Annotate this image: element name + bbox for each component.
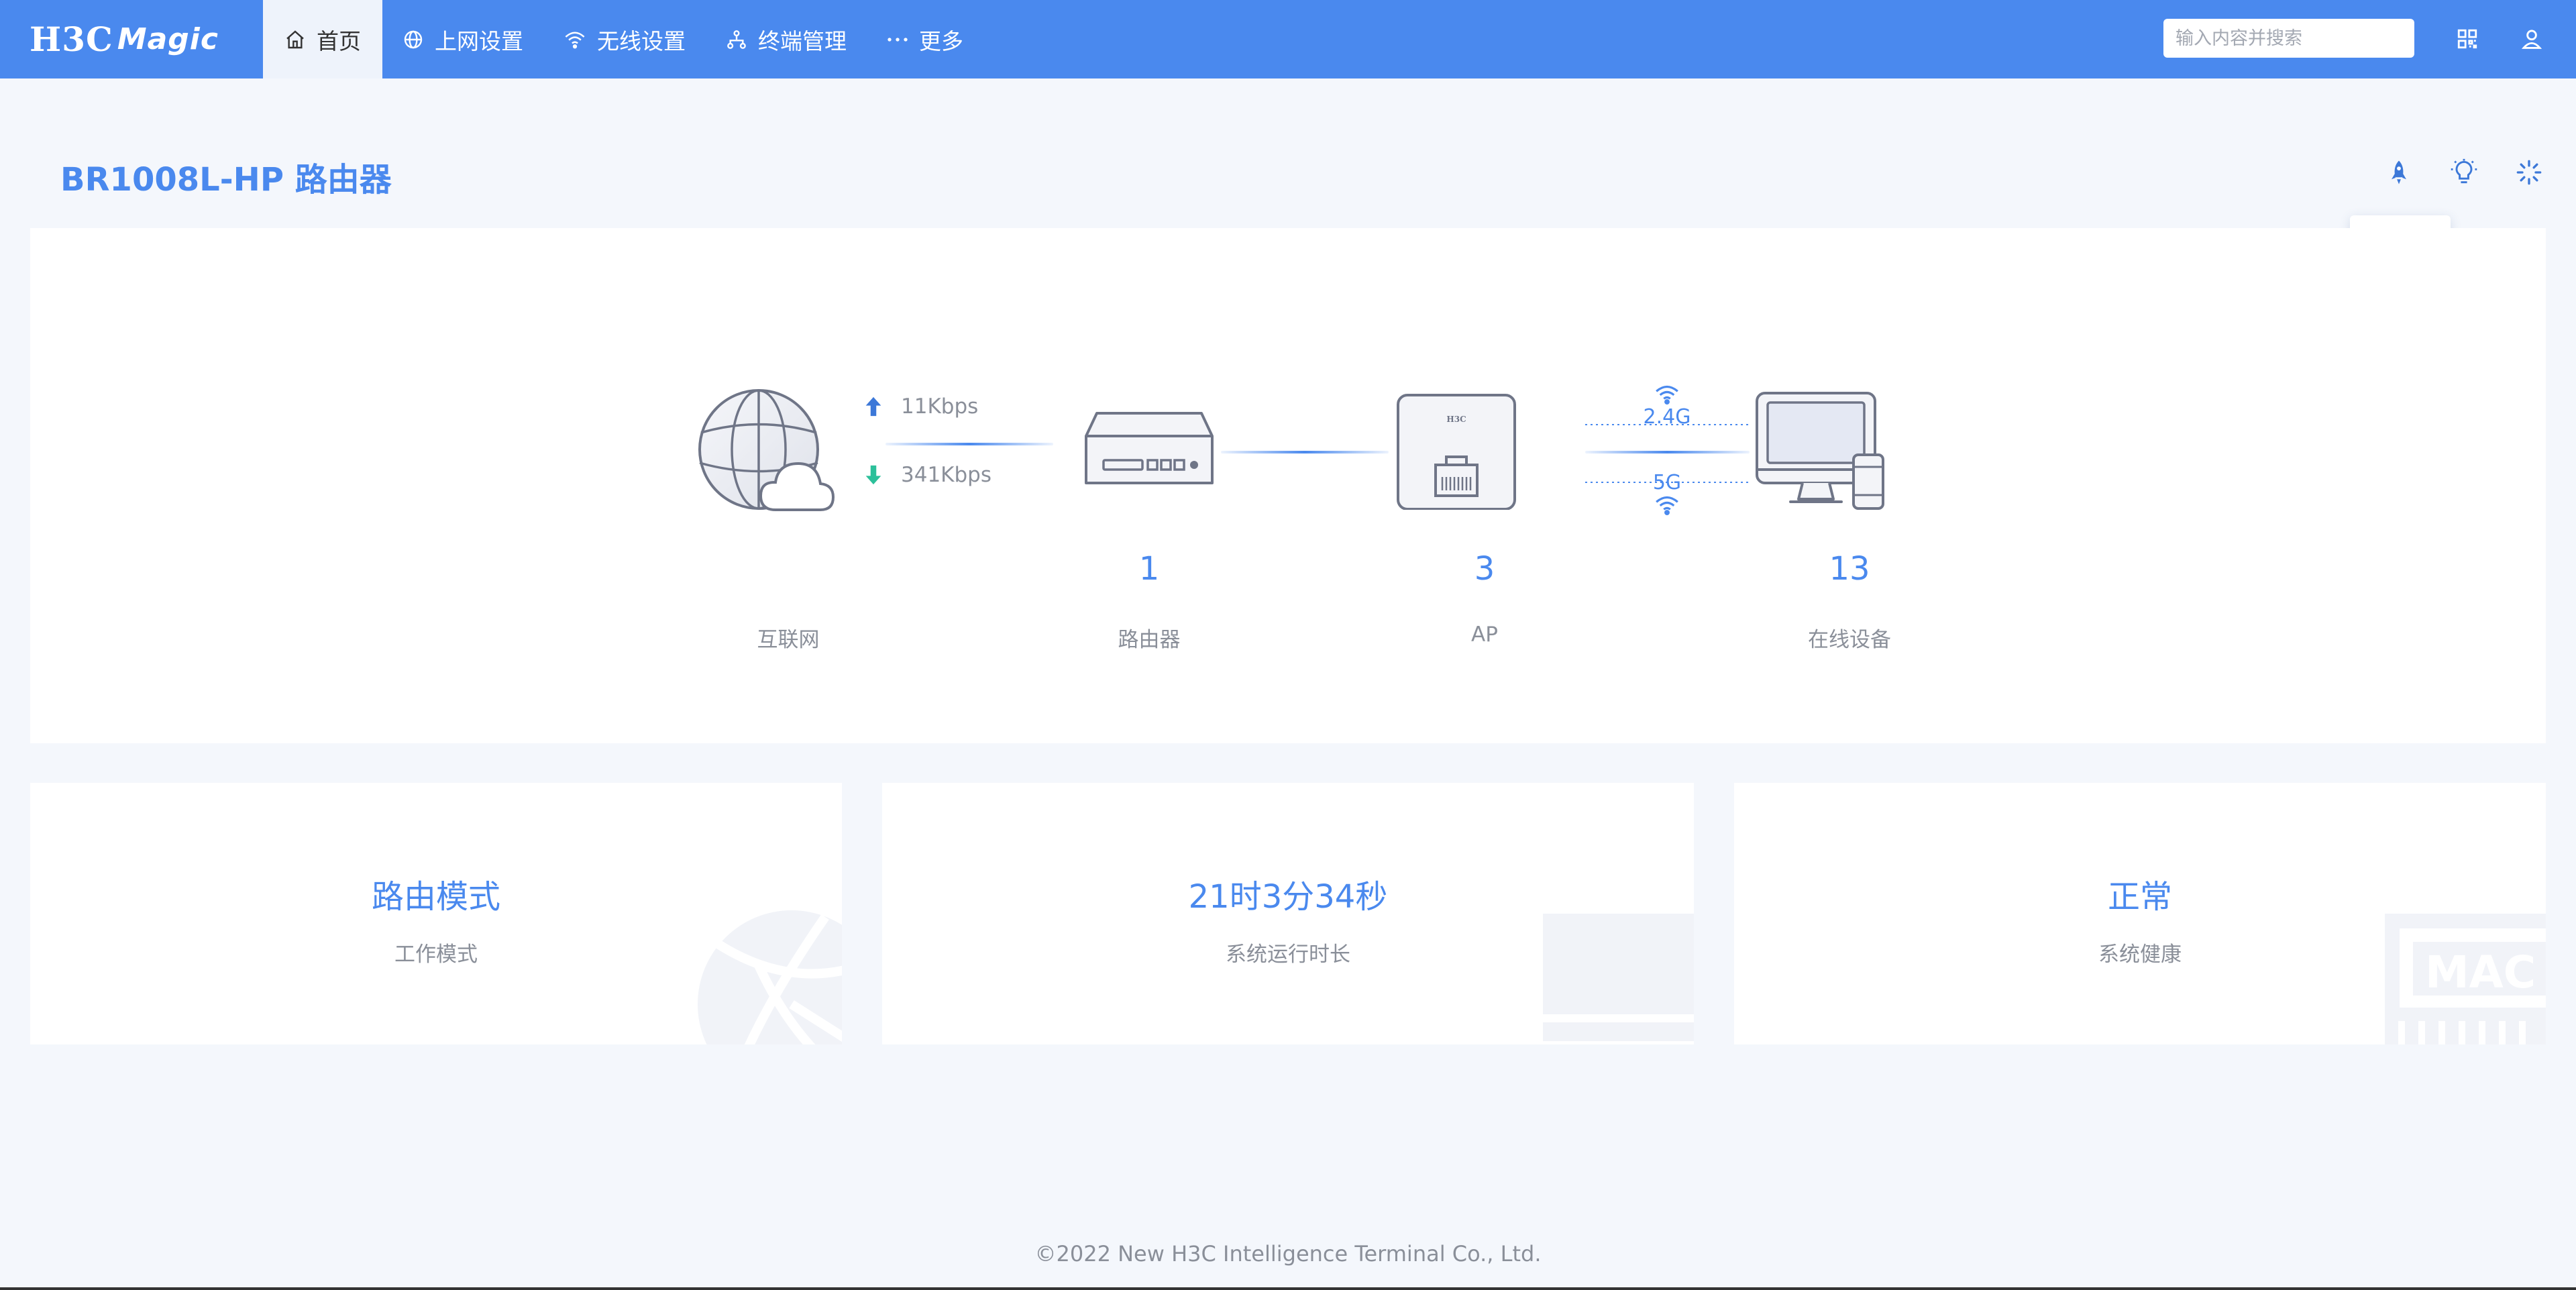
main-nav: 首页 上网设置 无线设置 终端管理 更多 <box>263 0 983 78</box>
connection-line <box>1585 451 1750 453</box>
user-icon[interactable] <box>2517 24 2546 54</box>
copyright-footer: ©2022 New H3C Intelligence Terminal Co.,… <box>1034 1241 1542 1267</box>
upload-speed-value: 11Kbps <box>901 394 979 419</box>
band-5g: 5G <box>1593 471 1741 516</box>
loading-spinner-icon[interactable] <box>2512 156 2546 189</box>
arrow-down-icon <box>865 465 881 485</box>
band-5g-label: 5G <box>1652 471 1682 494</box>
globe-icon <box>404 30 423 48</box>
uptime-card[interactable]: 21时3分34秒 系统运行时长 <box>882 783 1694 1044</box>
download-speed: 341Kbps <box>863 463 991 487</box>
uptime-value: 21时3分34秒 <box>1188 878 1388 916</box>
logo-main-text: H3C <box>30 19 113 59</box>
page-title: BR1008L-HP 路由器 <box>60 161 392 199</box>
top-navigation-bar: H3C Magic 首页 上网设置 无线设置 终端管理 更多 <box>0 0 2576 78</box>
ap-label: AP <box>1471 623 1498 647</box>
system-health-card[interactable]: MAC 正常 系统健康 <box>1734 783 2546 1044</box>
home-icon <box>286 30 304 48</box>
nav-item-internet-settings[interactable]: 上网设置 <box>382 0 543 78</box>
router-device-icon[interactable] <box>1082 408 1216 492</box>
server-watermark-icon <box>1543 914 1694 1041</box>
download-speed-value: 341Kbps <box>901 463 992 487</box>
wifi-icon <box>565 32 585 48</box>
ap-brand-text: H3C <box>1446 415 1466 424</box>
system-health-value: 正常 <box>2107 878 2172 916</box>
nav-item-label: 更多 <box>919 28 963 54</box>
work-mode-label: 工作模式 <box>394 943 478 967</box>
qr-code-icon[interactable] <box>2453 24 2482 54</box>
online-device-label: 在线设备 <box>1808 628 1891 652</box>
more-icon <box>888 37 908 42</box>
uptime-label: 系统运行时长 <box>1226 943 1350 967</box>
bulb-icon[interactable] <box>2447 156 2481 189</box>
nav-item-label: 上网设置 <box>435 28 523 54</box>
window-bottom-border <box>0 1287 2576 1290</box>
connection-line <box>1221 451 1389 453</box>
topology-panel: 11Kbps 341Kbps H3C 2.4G 5G 1 3 13 互联网 路由… <box>30 228 2546 743</box>
mac-chip-watermark-icon: MAC <box>2385 914 2546 1044</box>
router-count: 1 <box>1138 550 1160 588</box>
upload-speed: 11Kbps <box>863 394 978 419</box>
network-icon <box>727 30 746 49</box>
connection-line <box>885 443 1053 445</box>
internet-globe-icon[interactable] <box>690 386 857 520</box>
ap-device-icon[interactable]: H3C <box>1395 392 1523 510</box>
ap-count: 3 <box>1474 550 1495 588</box>
online-device-count: 13 <box>1829 550 1870 588</box>
wifi-icon <box>1656 385 1678 405</box>
rocket-icon[interactable] <box>2382 156 2416 189</box>
logo-sub-text: Magic <box>117 21 219 56</box>
nav-item-home[interactable]: 首页 <box>263 0 382 78</box>
band-2g4: 2.4G <box>1593 384 1741 429</box>
nav-item-more[interactable]: 更多 <box>867 0 983 78</box>
search-input[interactable] <box>2176 28 2405 49</box>
work-mode-value: 路由模式 <box>371 878 500 916</box>
nav-item-wireless-settings[interactable]: 无线设置 <box>543 0 706 78</box>
nav-item-label: 终端管理 <box>758 28 847 54</box>
nav-item-label: 首页 <box>317 28 361 54</box>
wifi-dotted-line <box>1585 424 1750 425</box>
wifi-icon <box>1656 496 1678 516</box>
search-box <box>2163 19 2414 58</box>
monitor-phone-icon[interactable] <box>1754 390 1888 515</box>
globe-watermark-icon <box>698 910 842 1044</box>
arrow-up-icon <box>865 396 881 417</box>
internet-label: 互联网 <box>757 628 820 652</box>
nav-item-label: 无线设置 <box>597 28 686 54</box>
brand-logo[interactable]: H3C Magic <box>30 17 219 60</box>
work-mode-card[interactable]: 路由模式 工作模式 <box>30 783 842 1044</box>
system-health-label: 系统健康 <box>2098 943 2182 967</box>
router-label: 路由器 <box>1118 628 1181 652</box>
nav-item-terminal-management[interactable]: 终端管理 <box>706 0 867 78</box>
